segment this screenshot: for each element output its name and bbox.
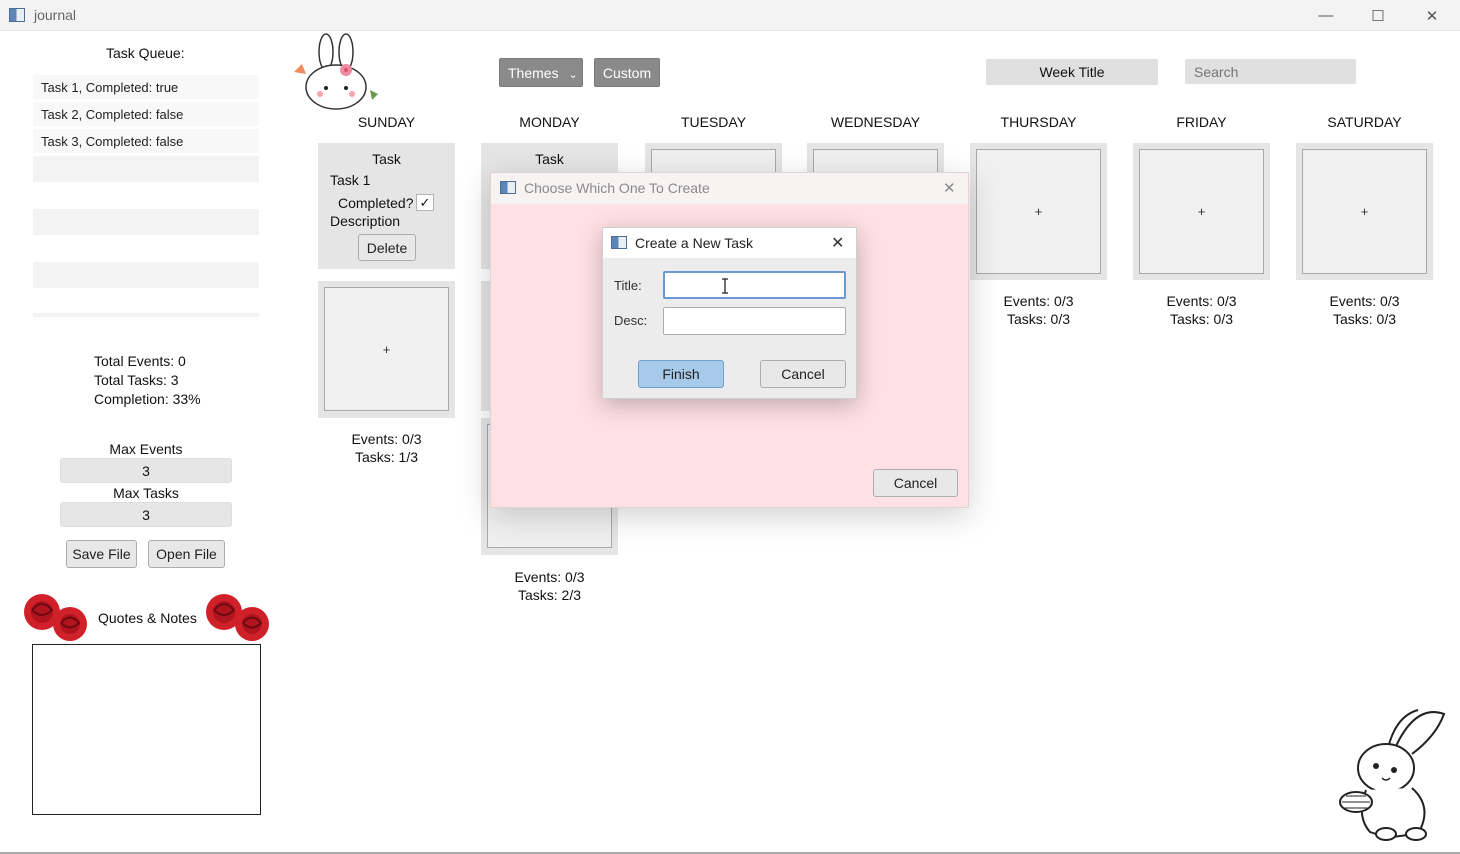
quotes-notes-label: Quotes & Notes bbox=[98, 610, 197, 626]
text-cursor-icon bbox=[722, 278, 728, 294]
app-icon bbox=[500, 181, 516, 194]
cancel-button[interactable]: Cancel bbox=[760, 360, 846, 388]
week-title-field[interactable]: Week Title bbox=[986, 59, 1158, 85]
save-file-button[interactable]: Save File bbox=[66, 540, 137, 568]
saturday-events-count: Events: 0/3 bbox=[1329, 293, 1400, 309]
close-icon[interactable]: ✕ bbox=[943, 179, 956, 197]
day-slot-panel: + bbox=[318, 281, 455, 418]
title-label: Title: bbox=[614, 278, 642, 293]
title-input[interactable] bbox=[663, 271, 846, 299]
chevron-down-icon: ⌄ bbox=[568, 69, 578, 81]
minimize-icon[interactable]: — bbox=[1300, 0, 1352, 31]
close-icon[interactable]: ✕ bbox=[1406, 0, 1458, 31]
maximize-icon[interactable]: ☐ bbox=[1352, 0, 1404, 31]
rose-icon bbox=[24, 594, 87, 641]
description-label: Description bbox=[330, 213, 401, 229]
completed-label: Completed? bbox=[338, 195, 414, 211]
queue-item[interactable]: Task 1, Completed: true bbox=[33, 75, 259, 99]
bunny-illustration-icon bbox=[1339, 709, 1446, 841]
queue-empty-row bbox=[33, 209, 259, 235]
day-header-sunday: SUNDAY bbox=[357, 114, 416, 130]
cancel-button[interactable]: Cancel bbox=[873, 469, 958, 497]
app-icon bbox=[611, 236, 627, 249]
task-card: Task Task 1 Completed? ✓ Description Del… bbox=[318, 143, 455, 269]
thursday-events-count: Events: 0/3 bbox=[1003, 293, 1074, 309]
thursday-tasks-count: Tasks: 0/3 bbox=[1006, 311, 1071, 327]
bunny-logo-icon bbox=[294, 33, 378, 110]
create-task-dialog: Create a New Task ✕ Title: Desc: Finish … bbox=[602, 227, 857, 399]
add-item-button[interactable]: + bbox=[976, 149, 1101, 274]
task-card-title: Task 1 bbox=[330, 172, 371, 188]
themes-dropdown[interactable]: Themes ⌄ bbox=[499, 58, 583, 87]
day-header-monday: MONDAY bbox=[519, 114, 580, 130]
total-events-stat: Total Events: 0 bbox=[94, 353, 186, 369]
queue-empty-row bbox=[33, 156, 259, 182]
dialog-title-bar: Choose Which One To Create ✕ bbox=[491, 173, 968, 204]
open-file-button[interactable]: Open File bbox=[148, 540, 225, 568]
notes-textarea[interactable] bbox=[32, 644, 261, 815]
completion-stat: Completion: 33% bbox=[94, 391, 201, 407]
queue-item[interactable]: Task 2, Completed: false bbox=[33, 102, 259, 126]
day-slot-panel: + bbox=[1296, 143, 1433, 280]
task-queue-title: Task Queue: bbox=[106, 45, 185, 61]
task-card-header: Task bbox=[535, 151, 564, 167]
add-item-button[interactable]: + bbox=[324, 287, 449, 411]
friday-tasks-count: Tasks: 0/3 bbox=[1169, 311, 1234, 327]
search-input[interactable] bbox=[1185, 59, 1356, 84]
rose-icon bbox=[206, 594, 269, 641]
queue-empty-row bbox=[33, 262, 259, 288]
max-tasks-label: Max Tasks bbox=[113, 485, 179, 501]
sunday-events-count: Events: 0/3 bbox=[351, 431, 422, 447]
total-tasks-stat: Total Tasks: 3 bbox=[94, 372, 179, 388]
day-header-thursday: THURSDAY bbox=[1000, 114, 1077, 130]
sunday-tasks-count: Tasks: 1/3 bbox=[354, 449, 419, 465]
monday-events-count: Events: 0/3 bbox=[514, 569, 585, 585]
add-item-button[interactable]: + bbox=[1139, 149, 1264, 274]
max-events-label: Max Events bbox=[109, 441, 183, 457]
desc-label: Desc: bbox=[614, 313, 648, 328]
task-card-header: Task bbox=[372, 151, 401, 167]
day-slot-panel: + bbox=[1133, 143, 1270, 280]
dialog-title-bar: Create a New Task ✕ bbox=[603, 228, 856, 258]
dialog-title: Create a New Task bbox=[635, 235, 754, 251]
add-item-button[interactable]: + bbox=[1302, 149, 1427, 274]
queue-item[interactable]: Task 3, Completed: false bbox=[33, 129, 259, 153]
custom-button[interactable]: Custom bbox=[594, 58, 660, 87]
queue-empty-row bbox=[33, 313, 259, 317]
day-header-friday: FRIDAY bbox=[1176, 114, 1227, 130]
dialog-title: Choose Which One To Create bbox=[524, 180, 710, 196]
max-events-field[interactable]: 3 bbox=[60, 458, 232, 483]
day-header-tuesday: TUESDAY bbox=[680, 114, 747, 130]
themes-label: Themes bbox=[508, 65, 559, 81]
desc-input[interactable] bbox=[663, 307, 846, 335]
app-icon bbox=[9, 8, 25, 22]
close-icon[interactable]: ✕ bbox=[831, 233, 844, 253]
delete-button[interactable]: Delete bbox=[358, 234, 416, 261]
day-header-wednesday: WEDNESDAY bbox=[830, 114, 921, 130]
saturday-tasks-count: Tasks: 0/3 bbox=[1332, 311, 1397, 327]
day-slot-panel: + bbox=[970, 143, 1107, 280]
finish-button[interactable]: Finish bbox=[638, 360, 724, 388]
day-header-saturday: SATURDAY bbox=[1327, 114, 1402, 130]
max-tasks-field[interactable]: 3 bbox=[60, 502, 232, 527]
monday-tasks-count: Tasks: 2/3 bbox=[517, 587, 582, 603]
completed-checkbox[interactable]: ✓ bbox=[416, 194, 434, 211]
window-title: journal bbox=[34, 7, 77, 23]
friday-events-count: Events: 0/3 bbox=[1166, 293, 1237, 309]
window-title-bar: journal — ☐ ✕ bbox=[0, 0, 1460, 31]
